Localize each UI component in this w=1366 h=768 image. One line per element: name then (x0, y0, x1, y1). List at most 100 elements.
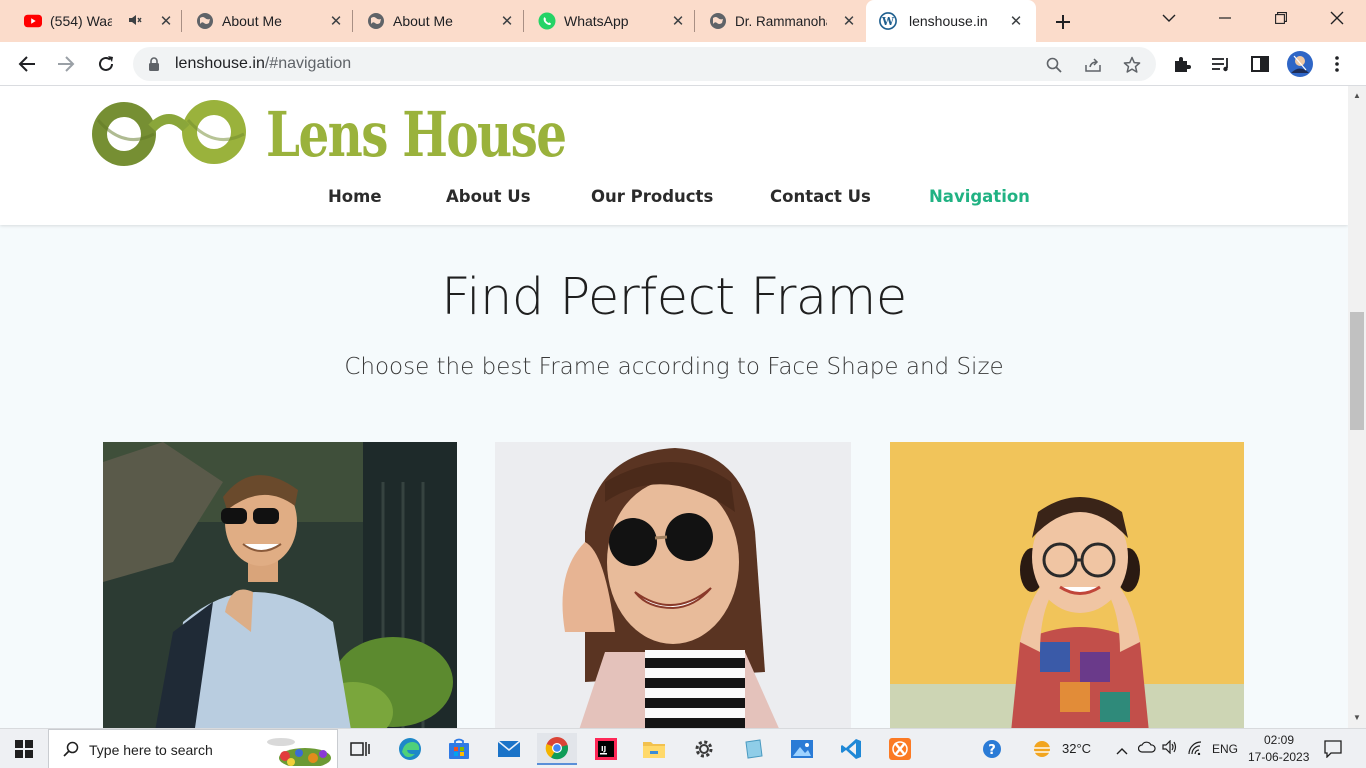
globe-icon (709, 12, 727, 30)
speaker-volume-icon[interactable] (1162, 739, 1180, 759)
back-button[interactable] (13, 50, 41, 78)
wordpress-icon: W (879, 12, 897, 30)
close-icon[interactable]: ✕ (841, 13, 857, 30)
clock-time[interactable]: 02:09 (1264, 733, 1294, 747)
scroll-down-arrow-icon[interactable]: ▼ (1352, 712, 1362, 722)
whatsapp-icon (538, 12, 556, 30)
nav-home[interactable]: Home (328, 187, 382, 206)
nav-contact-us[interactable]: Contact Us (770, 187, 871, 206)
weather-temperature[interactable]: 32°C (1062, 741, 1091, 756)
frame-photo-girl-glasses[interactable] (890, 442, 1244, 728)
web-page: Lens House Home About Us Our Products Co… (0, 86, 1348, 728)
vscode-icon[interactable] (831, 733, 871, 765)
page-scrollbar[interactable]: ▲ ▼ (1348, 86, 1366, 728)
settings-gear-icon[interactable] (684, 733, 724, 765)
photos-icon[interactable] (782, 733, 822, 765)
nav-about-us[interactable]: About Us (446, 187, 531, 206)
onedrive-cloud-icon[interactable] (1137, 740, 1156, 758)
intellij-icon[interactable]: IJ (586, 733, 626, 765)
close-icon[interactable]: ✕ (670, 13, 686, 30)
taskbar-search-input[interactable]: Type here to search (48, 729, 338, 768)
weather-sun-icon[interactable] (1024, 733, 1060, 765)
minimize-button[interactable] (1211, 4, 1239, 32)
browser-menu-icon[interactable] (1323, 50, 1351, 78)
page-subtitle: Choose the best Frame according to Face … (344, 354, 1004, 380)
search-highlight-icon (261, 734, 335, 768)
search-placeholder: Type here to search (89, 742, 213, 758)
tab-about-me-2[interactable]: About Me ✕ (367, 6, 515, 36)
clock-date[interactable]: 17-06-2023 (1248, 750, 1309, 764)
close-icon[interactable]: ✕ (499, 13, 515, 30)
mail-icon[interactable] (489, 733, 529, 765)
tab-lenshouse[interactable]: W lenshouse.in ✕ (866, 0, 1036, 42)
globe-icon (196, 12, 214, 30)
tab-title: About Me (393, 13, 453, 29)
tray-overflow-chevron-icon[interactable] (1116, 742, 1128, 760)
nav-navigation[interactable]: Navigation (929, 187, 1030, 206)
tab-search-chevron-icon[interactable] (1155, 4, 1183, 32)
glasses-logo-icon (92, 100, 246, 166)
frame-photo-man-sunglasses[interactable] (103, 442, 457, 728)
reload-button[interactable] (92, 50, 120, 78)
scrollbar-thumb[interactable] (1350, 312, 1364, 430)
wifi-icon[interactable] (1187, 741, 1203, 760)
side-panel-icon[interactable] (1246, 50, 1274, 78)
svg-text:W: W (881, 15, 895, 28)
windows-taskbar: Type here to search IJ ? 32°C ENG 02:09 … (0, 728, 1366, 768)
bookmark-star-icon[interactable] (1122, 55, 1142, 75)
nav-our-products[interactable]: Our Products (591, 187, 713, 206)
tab-separator (181, 10, 182, 32)
scroll-up-arrow-icon[interactable]: ▲ (1352, 90, 1362, 100)
start-windows-icon[interactable] (4, 733, 44, 765)
search-icon (63, 741, 79, 762)
main-nav: Home About Us Our Products Contact Us Na… (0, 187, 1348, 211)
svg-text:?: ? (988, 743, 996, 758)
close-icon[interactable]: ✕ (158, 13, 174, 30)
tab-title: lenshouse.in (909, 13, 988, 29)
lock-icon[interactable] (148, 57, 160, 76)
tab-title: About Me (222, 13, 282, 29)
address-bar[interactable]: lenshouse.in/#navigation (133, 47, 1156, 81)
close-icon[interactable]: ✕ (1008, 13, 1024, 30)
browser-toolbar: lenshouse.in/#navigation (0, 42, 1366, 86)
help-icon[interactable]: ? (972, 733, 1012, 765)
site-header: Lens House Home About Us Our Products Co… (0, 86, 1348, 225)
tab-whatsapp[interactable]: WhatsApp ✕ (538, 6, 686, 36)
task-view-icon[interactable] (340, 733, 380, 765)
notepad-icon[interactable] (733, 733, 773, 765)
globe-icon (367, 12, 385, 30)
new-tab-button[interactable] (1049, 8, 1077, 36)
tab-youtube[interactable]: (554) Waal ✕ (24, 6, 174, 36)
forward-button[interactable] (52, 50, 80, 78)
logo-text: Lens House (266, 98, 567, 171)
file-explorer-icon[interactable] (634, 733, 674, 765)
url-host: lenshouse.in (175, 55, 265, 72)
youtube-icon (24, 12, 42, 30)
microsoft-store-icon[interactable] (439, 733, 479, 765)
chrome-icon[interactable] (537, 733, 577, 765)
tab-strip: (554) Waal ✕ About Me ✕ About Me ✕ Whats… (0, 0, 1366, 42)
restore-button[interactable] (1267, 4, 1295, 32)
xampp-icon[interactable] (880, 733, 920, 765)
extensions-puzzle-icon[interactable] (1168, 50, 1196, 78)
media-control-icon[interactable] (1207, 50, 1235, 78)
frame-photo-woman-round-sunglasses[interactable] (495, 442, 851, 728)
language-indicator[interactable]: ENG (1212, 742, 1238, 756)
close-icon[interactable]: ✕ (328, 13, 344, 30)
tab-dr-rammanohar[interactable]: Dr. Rammanoha ✕ (709, 6, 857, 36)
search-icon[interactable] (1044, 55, 1064, 75)
edge-icon[interactable] (390, 733, 430, 765)
site-logo[interactable]: Lens House (84, 90, 567, 174)
page-title: Find Perfect Frame (441, 268, 907, 327)
speaker-muted-icon[interactable] (128, 13, 142, 30)
url-text: lenshouse.in/#navigation (175, 55, 351, 73)
profile-avatar[interactable] (1286, 50, 1314, 78)
tab-separator (352, 10, 353, 32)
close-window-button[interactable] (1323, 4, 1351, 32)
tab-separator (694, 10, 695, 32)
tab-about-me-1[interactable]: About Me ✕ (196, 6, 344, 36)
tab-title: (554) Waal (50, 13, 112, 29)
notification-icon[interactable] (1324, 740, 1342, 763)
tab-title: Dr. Rammanoha (735, 13, 827, 29)
share-icon[interactable] (1083, 55, 1103, 75)
